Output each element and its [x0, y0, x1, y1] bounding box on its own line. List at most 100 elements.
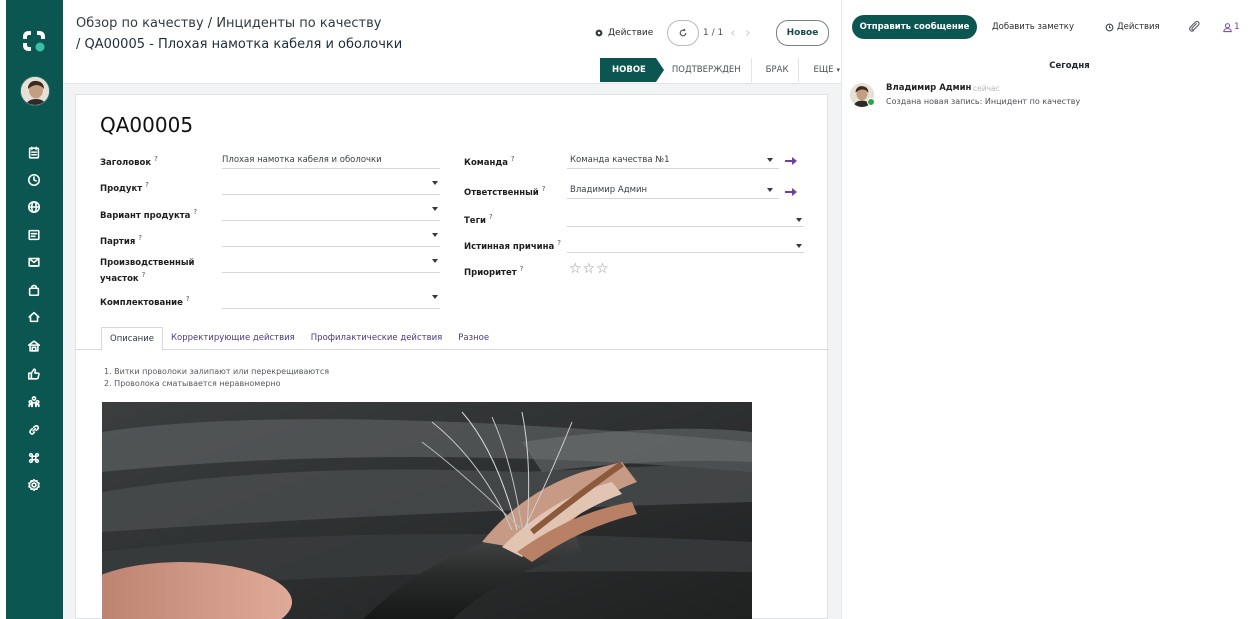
description-text[interactable]: 1. Витки проволоки залипают или перекрещ… [104, 366, 329, 390]
team-icon[interactable] [24, 392, 44, 412]
workcenter-select[interactable] [222, 257, 440, 273]
pager-next-icon[interactable]: › [742, 26, 753, 41]
product-variant-select[interactable] [222, 205, 440, 221]
paperclip-icon[interactable] [1187, 19, 1201, 33]
team-select[interactable]: Команда качества №1 [567, 153, 779, 169]
stage-statusbar: НОВОЕ ПОДТВЕРЖДЕН БРАК ЕЩЕ ▾ [600, 58, 851, 82]
calendar-icon[interactable] [24, 143, 44, 163]
root-cause-select[interactable] [567, 237, 804, 253]
caret-down-icon [767, 158, 773, 162]
label-title-text: Заголовок [100, 157, 152, 168]
action-menu-label: Действие [608, 28, 654, 38]
action-menu-button[interactable]: Действие [586, 22, 661, 44]
help-icon[interactable]: ? [186, 295, 190, 303]
help-icon[interactable]: ? [489, 213, 493, 221]
responsible-select[interactable]: Владимир Админ [567, 183, 779, 199]
inbox-icon[interactable] [24, 225, 44, 245]
settings-icon[interactable] [24, 475, 44, 495]
label-priority: Приоритет ? [464, 263, 523, 279]
open-team-arrow-icon[interactable] [785, 156, 797, 166]
help-icon[interactable]: ? [142, 271, 146, 279]
help-icon[interactable]: ? [511, 155, 515, 163]
form-view: Обзор по качеству / Инциденты по качеств… [63, 0, 851, 619]
online-status-icon [867, 98, 875, 106]
help-icon[interactable]: ? [145, 181, 149, 189]
link-icon[interactable] [24, 420, 44, 440]
tags-select[interactable] [567, 211, 804, 227]
help-icon[interactable]: ? [542, 185, 546, 193]
lot-select[interactable] [222, 231, 440, 247]
gear-icon [595, 29, 603, 37]
tab-misc[interactable]: Разное [450, 327, 497, 351]
tab-preventive-actions[interactable]: Профилактические действия [303, 327, 450, 351]
user-avatar[interactable] [20, 76, 50, 106]
bag-icon[interactable] [24, 280, 44, 300]
help-icon[interactable]: ? [138, 234, 142, 242]
cable-photo [102, 402, 752, 619]
globe-icon[interactable] [24, 197, 44, 217]
home-icon[interactable] [24, 307, 44, 327]
help-icon[interactable]: ? [520, 265, 524, 273]
label-product: Продукт ? [100, 179, 149, 195]
message-body: Создана новая запись: Инцидент по качест… [886, 97, 1081, 106]
new-record-button[interactable]: Новое [776, 20, 829, 46]
priority-star-icons[interactable]: ☆☆☆ [569, 261, 610, 277]
warehouse-icon[interactable] [24, 336, 44, 356]
followers-button[interactable]: 1 [1222, 15, 1240, 39]
label-product-variant: Вариант продукта ? [100, 206, 197, 222]
app-logo-icon[interactable] [20, 28, 48, 54]
message-time: сейчас [973, 84, 1000, 93]
log-note-button[interactable]: Добавить заметку [992, 15, 1074, 39]
label-priority-text: Приоритет [464, 267, 517, 278]
label-team: Команда ? [464, 153, 515, 169]
label-lot-text: Партия [100, 236, 136, 247]
caret-down-icon [432, 207, 438, 211]
control-panel: Обзор по качеству / Инциденты по качеств… [63, 0, 851, 84]
app-sidebar [6, 0, 63, 619]
mail-check-icon[interactable] [24, 252, 44, 272]
message-author[interactable]: Владимир Админ [886, 83, 971, 93]
tab-corrective-actions[interactable]: Корректирующие действия [163, 327, 303, 351]
caret-down-icon [796, 244, 802, 248]
command-icon[interactable] [24, 448, 44, 468]
tab-description[interactable]: Описание [101, 327, 163, 351]
open-responsible-arrow-icon[interactable] [785, 187, 797, 197]
send-message-button[interactable]: Отправить сообщение [852, 15, 977, 39]
picking-select[interactable] [222, 293, 440, 309]
team-value: Команда качества №1 [570, 155, 670, 165]
pager-previous-icon[interactable]: ‹ [727, 26, 738, 41]
breadcrumb-current: / QA00005 - Плохая намотка кабеля и обол… [76, 37, 403, 52]
help-icon[interactable]: ? [154, 155, 158, 163]
label-lot: Партия ? [100, 232, 142, 248]
breadcrumb-quality-alerts[interactable]: Инциденты по качеству [216, 16, 381, 31]
chatter-panel: Отправить сообщение Добавить заметку Дей… [841, 0, 1260, 619]
title-input[interactable]: Плохая намотка кабеля и оболочки [222, 153, 440, 169]
breadcrumb-quality-overview[interactable]: Обзор по качеству [76, 16, 204, 31]
refresh-button[interactable] [667, 20, 699, 46]
chevron-down-icon: ▾ [836, 66, 841, 74]
followers-count: 1 [1234, 22, 1240, 32]
caret-down-icon [432, 233, 438, 237]
breadcrumb-separator: / [203, 16, 217, 31]
product-select[interactable] [222, 179, 440, 195]
stage-confirmed[interactable]: ПОДТВЕРЖДЕН [655, 58, 751, 82]
stage-rejected[interactable]: БРАК [750, 58, 799, 82]
follower-icon [1223, 22, 1232, 32]
clock-icon [1105, 23, 1114, 31]
caret-down-icon [432, 295, 438, 299]
caret-down-icon [432, 259, 438, 263]
description-line: 1. Витки проволоки залипают или перекрещ… [104, 367, 330, 376]
stage-new[interactable]: НОВОЕ [600, 58, 664, 82]
activities-label: Действия [1117, 22, 1160, 32]
thumbs-up-icon[interactable] [24, 364, 44, 384]
activities-button[interactable]: Действия [1105, 15, 1160, 39]
stage-more-label: ЕЩЕ [813, 65, 834, 75]
help-icon[interactable]: ? [557, 239, 561, 247]
clock-icon[interactable] [24, 170, 44, 190]
label-workcenter: Производственный участок ? [100, 257, 195, 285]
pager-value[interactable]: 1 / 1 [703, 28, 723, 38]
record-title: QA00005 [100, 113, 194, 137]
caret-down-icon [432, 181, 438, 185]
date-separator: Сегодня [1049, 61, 1090, 71]
help-icon[interactable]: ? [193, 208, 197, 216]
